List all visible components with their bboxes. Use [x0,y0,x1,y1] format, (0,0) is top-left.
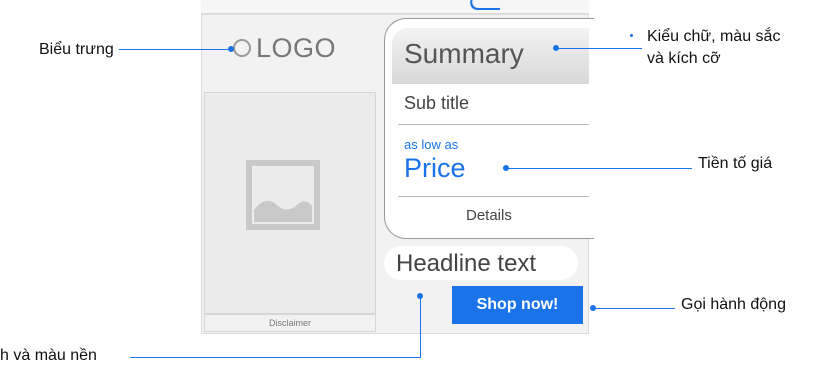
callout-line [119,49,231,50]
price-prefix: as low as [404,137,459,152]
callout-line [593,308,675,309]
details-link[interactable]: Details [466,207,512,224]
subtitle: Sub title [404,93,470,113]
callout-logo: Biểu trưng [39,41,114,58]
callout-dot [590,305,596,311]
callout-line [420,296,421,358]
callout-cta: Gọi hành động [681,296,786,313]
callout-line [556,48,642,49]
callout-line [506,168,692,169]
callout-dot [228,46,234,52]
callout-price-prefix: Tiền tố giá [698,155,773,172]
callout-dot [553,45,559,51]
callout-background: h và màu nền [0,347,97,364]
divider [398,124,589,125]
callout-line [130,357,421,358]
disclaimer: Disclaimer [204,314,376,332]
shop-now-button[interactable]: Shop now! [452,286,583,324]
headline: Headline text [396,250,537,277]
callout-font-line2: và kích cỡ [647,50,721,67]
divider [398,196,589,197]
summary-title: Summary [404,38,524,69]
callout-font: Kiểu chữ, màu sắc và kích cỡ [647,26,780,70]
callout-font-line1: Kiểu chữ, màu sắc [647,28,781,45]
callout-dot [503,165,509,171]
callout-dot [630,34,633,37]
circle-logo-icon [233,39,251,57]
image-placeholder-icon [246,160,320,230]
callout-line-top [467,0,505,10]
callout-dot [417,293,423,299]
ad-top-border [201,0,589,14]
logo-text: LOGO [256,33,337,63]
price-value: Price [404,153,466,183]
